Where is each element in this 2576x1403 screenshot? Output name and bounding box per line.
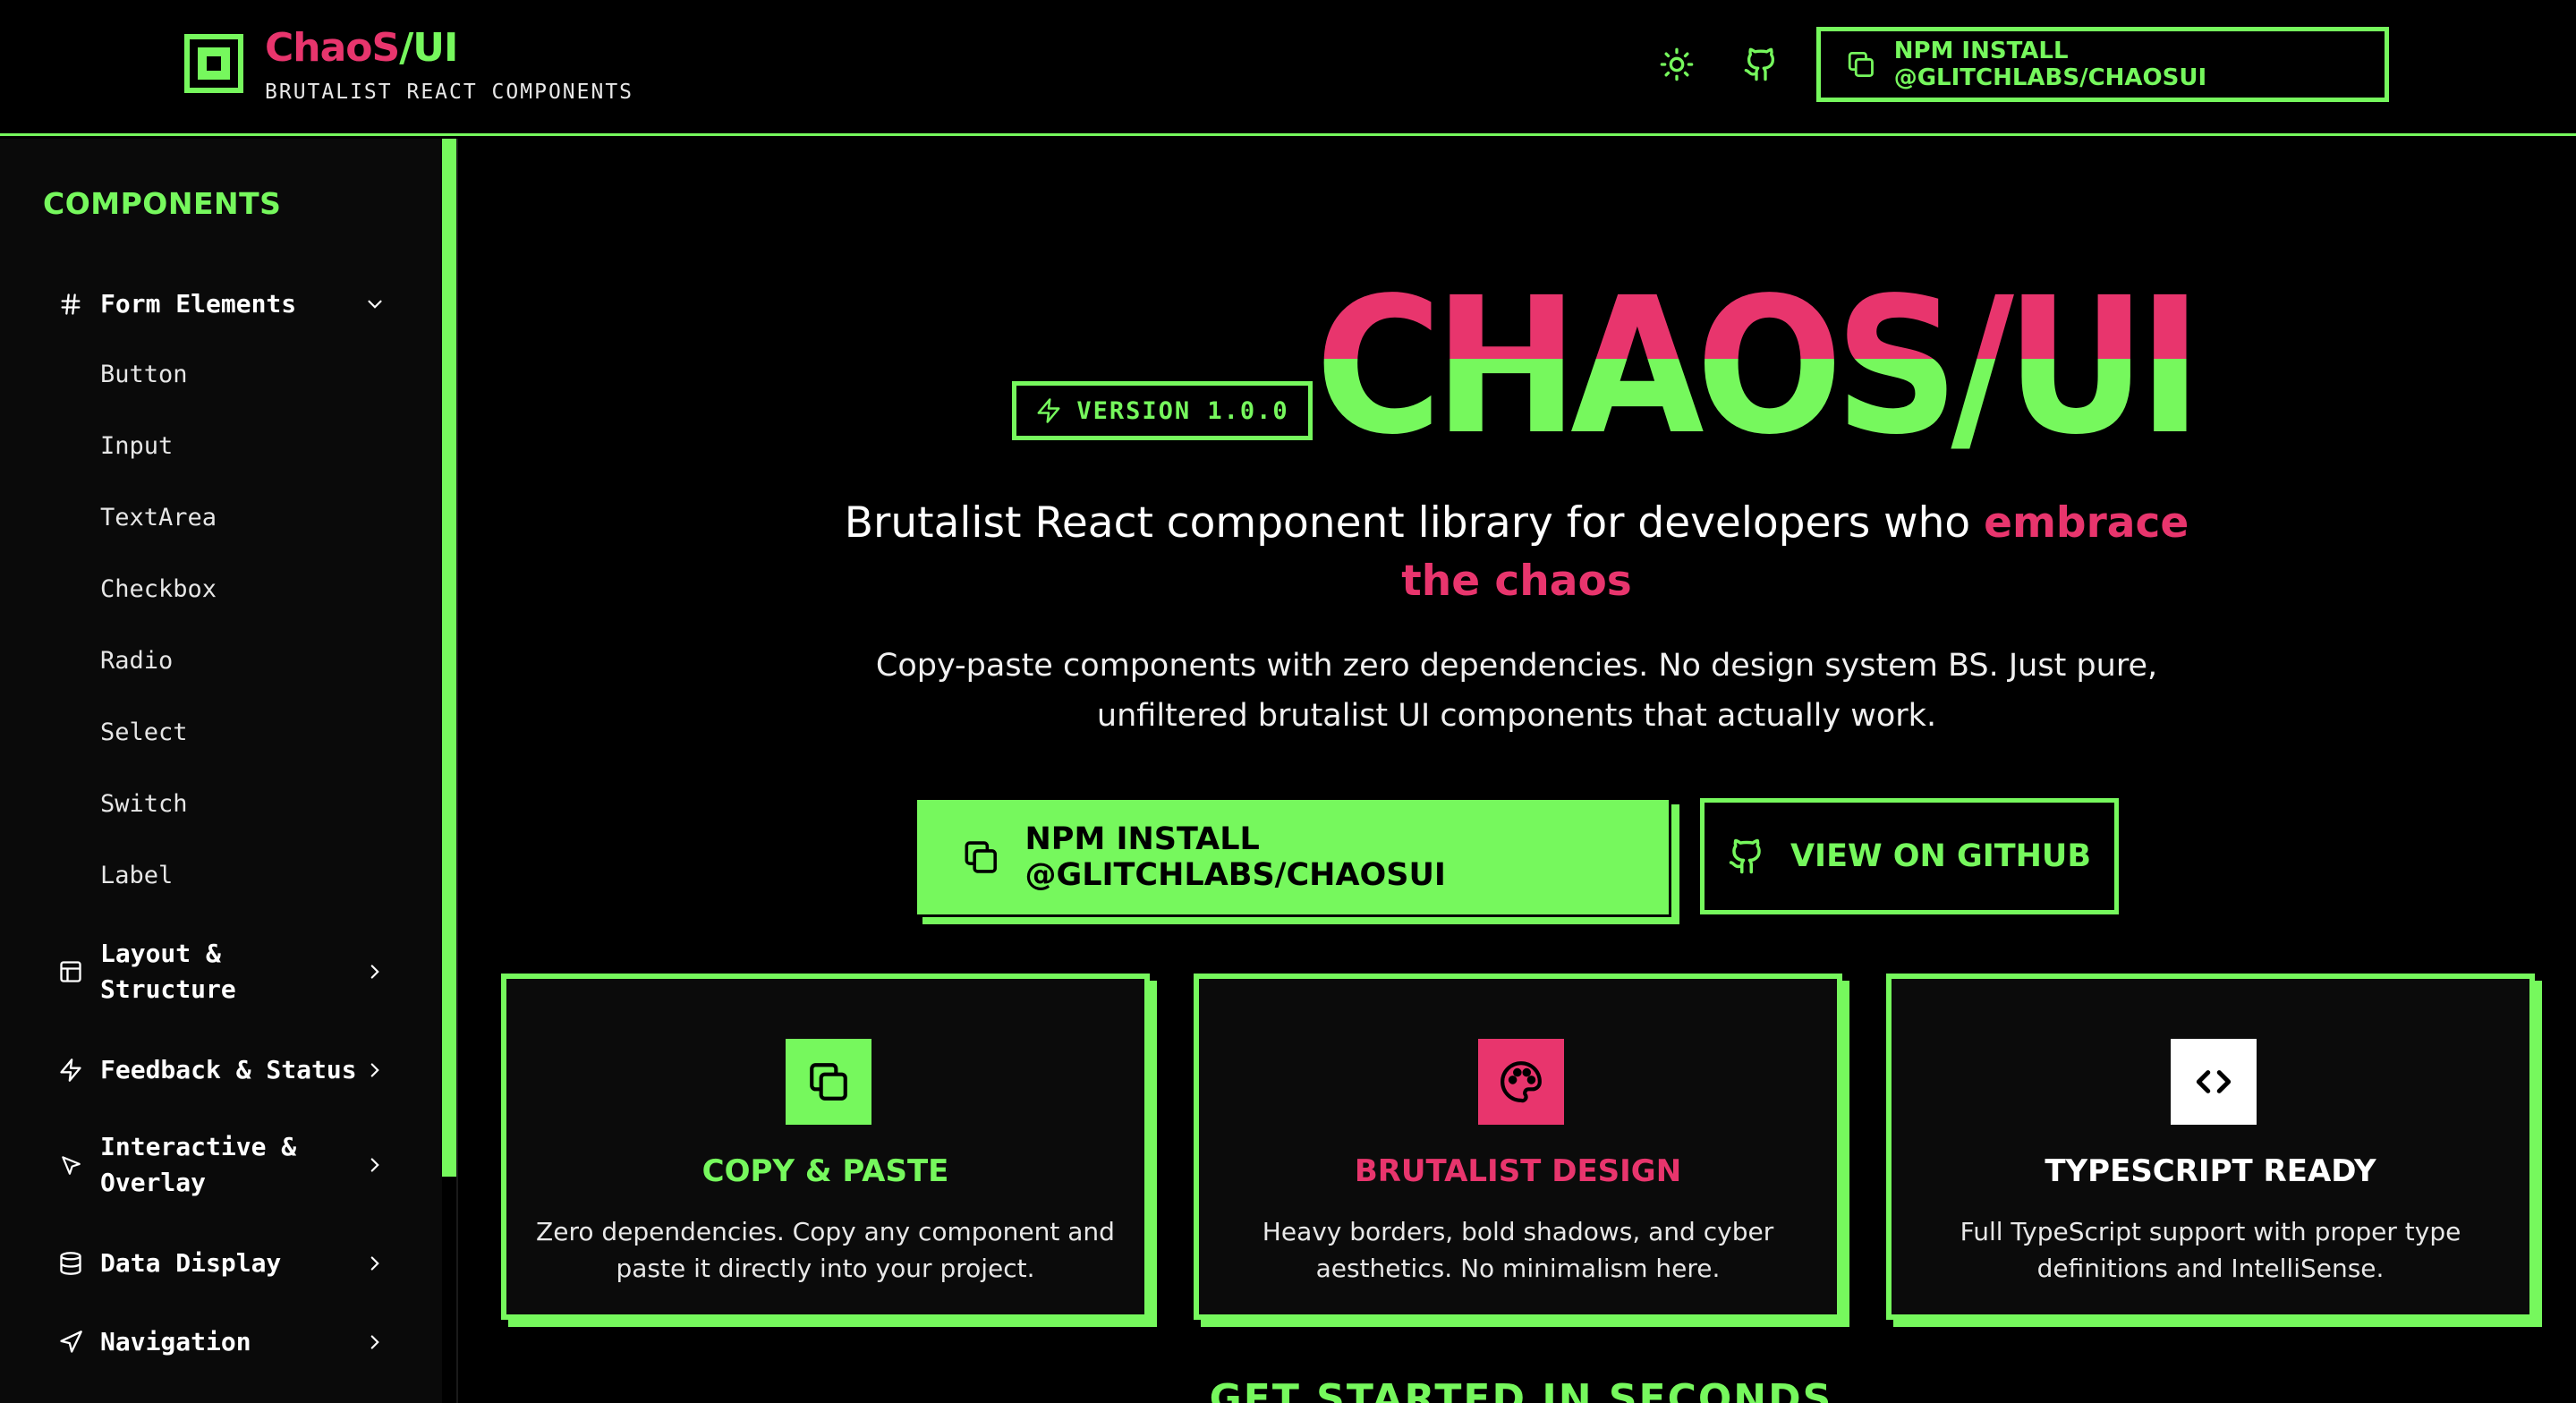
sidebar-item-input[interactable]: Input: [100, 432, 173, 460]
sidebar-item-select[interactable]: Select: [100, 719, 188, 746]
brand-title[interactable]: ChaoS/UI: [265, 25, 458, 71]
view-github-button[interactable]: VIEW ON GITHUB: [1700, 798, 2119, 914]
top-header: ChaoS/UI BRUTALIST REACT COMPONENTS NPM …: [0, 0, 2576, 136]
sidebar-group-interactive-overlay[interactable]: Interactive & Overlay: [57, 1129, 388, 1201]
chevron-right-icon: [361, 958, 388, 985]
brand-subtitle: BRUTALIST REACT COMPONENTS: [265, 81, 634, 104]
feature-card-brutalist-design: BRUTALIST DESIGN Heavy borders, bold sha…: [1194, 974, 1842, 1320]
sidebar-item-switch[interactable]: Switch: [100, 790, 188, 818]
logo-icon[interactable]: [184, 34, 243, 93]
card-text: Heavy borders, bold shadows, and cyber a…: [1262, 1217, 1774, 1283]
install-button[interactable]: NPM INSTALL @GLITCHLABS/CHAOSUI: [914, 797, 1671, 917]
sidebar-item-label[interactable]: Label: [100, 862, 173, 889]
sidebar-item-textarea[interactable]: TextArea: [100, 504, 217, 531]
sidebar-item-button[interactable]: Button: [100, 361, 188, 388]
sidebar-item-checkbox[interactable]: Checkbox: [100, 575, 217, 603]
chevron-right-icon: [361, 1250, 388, 1277]
copy-icon: [786, 1039, 871, 1125]
hero-title: CHAOS/UI: [1315, 257, 2202, 476]
github-icon[interactable]: [1741, 45, 1781, 84]
database-icon: [57, 1250, 84, 1277]
sidebar-group-form-elements[interactable]: Form Elements: [57, 286, 388, 322]
copy-icon: [965, 841, 997, 873]
hero-description: Copy-paste components with zero dependen…: [875, 648, 2158, 734]
hero-tagline: Brutalist React component library for de…: [844, 498, 2189, 606]
sidebar-scrollbar[interactable]: [442, 139, 456, 1177]
github-icon: [1729, 838, 1761, 874]
palette-icon: [1478, 1039, 1564, 1125]
navigation-icon: [57, 1329, 84, 1356]
sidebar-group-data-display[interactable]: Data Display: [57, 1246, 388, 1281]
card-title: COPY & PASTE: [701, 1153, 949, 1189]
feature-card-typescript-ready: TYPESCRIPT READY Full TypeScript support…: [1886, 974, 2535, 1320]
sidebar: [0, 139, 442, 1403]
hash-icon: [57, 291, 84, 318]
card-text: Full TypeScript support with proper type…: [1960, 1217, 2461, 1283]
chevron-right-icon: [361, 1329, 388, 1356]
chevron-down-icon: [361, 291, 388, 318]
cursor-icon: [57, 1152, 84, 1178]
sidebar-group-layout-structure[interactable]: Layout & Structure: [57, 936, 388, 1008]
card-title: BRUTALIST DESIGN: [1354, 1153, 1682, 1189]
chevron-right-icon: [361, 1152, 388, 1178]
sidebar-group-navigation[interactable]: Navigation: [57, 1324, 388, 1360]
chevron-right-icon: [361, 1057, 388, 1084]
card-title: TYPESCRIPT READY: [2045, 1153, 2376, 1189]
sidebar-group-feedback-status[interactable]: Feedback & Status: [57, 1052, 388, 1088]
layout-icon: [57, 958, 84, 985]
lightning-icon: [57, 1057, 84, 1084]
feature-card-copy-paste: COPY & PASTE Zero dependencies. Copy any…: [501, 974, 1150, 1320]
code-icon: [2171, 1039, 2257, 1125]
sidebar-item-radio[interactable]: Radio: [100, 647, 173, 675]
sun-icon[interactable]: [1657, 45, 1696, 84]
lightning-icon: [1037, 398, 1060, 423]
version-badge: VERSION 1.0.0: [1012, 381, 1313, 440]
section-heading-get-started: GET STARTED IN SECONDS: [1209, 1376, 1833, 1403]
header-install-button[interactable]: NPM INSTALL @GLITCHLABS/CHAOSUI: [1816, 27, 2389, 102]
copy-icon: [1848, 51, 1874, 78]
sidebar-heading: COMPONENTS: [43, 186, 282, 221]
card-text: Zero dependencies. Copy any component an…: [536, 1217, 1115, 1283]
